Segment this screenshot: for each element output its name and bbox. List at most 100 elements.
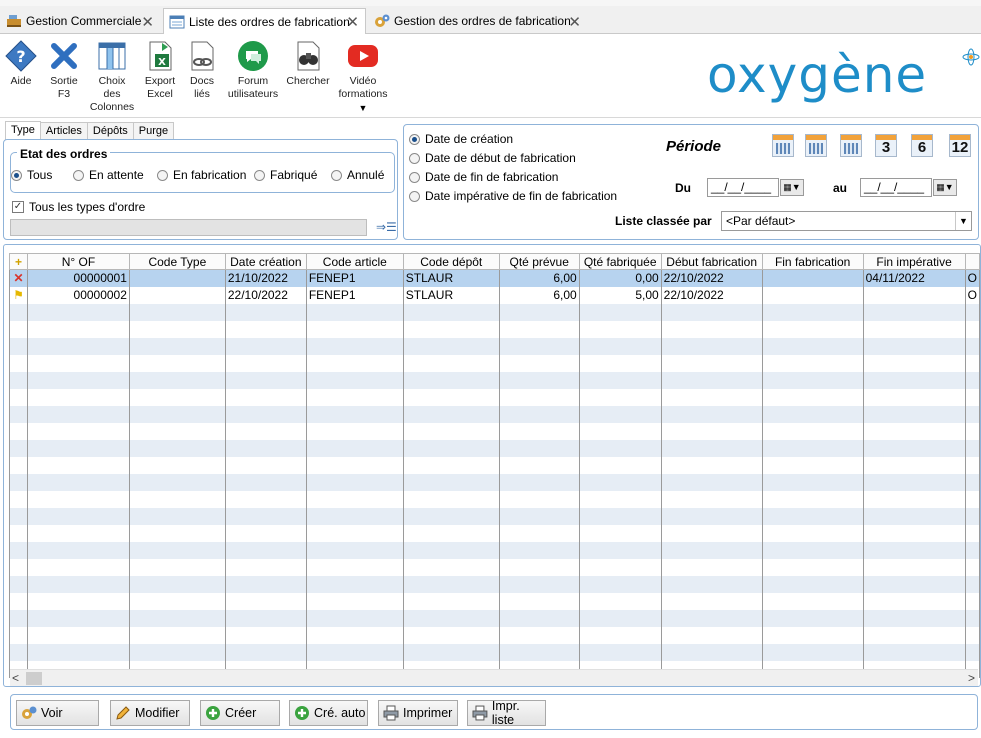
- tab-type[interactable]: Type: [5, 121, 41, 140]
- empty-cell: [224, 405, 307, 423]
- empty-cell: [224, 303, 307, 321]
- column-header[interactable]: Date création: [224, 253, 307, 270]
- empty-cell: [26, 388, 130, 406]
- close-icon[interactable]: ✕: [568, 13, 581, 31]
- empty-cell: [862, 541, 966, 559]
- column-header[interactable]: Code Type: [128, 253, 226, 270]
- radio-en-fabrication[interactable]: En fabrication: [157, 168, 246, 182]
- period-3-months-button[interactable]: 3: [875, 134, 897, 157]
- choix-colonnes-button[interactable]: Choix des Colonnes: [89, 40, 135, 114]
- tous-types-checkbox[interactable]: ✓ Tous les types d'ordre: [12, 200, 145, 214]
- table-row[interactable]: ⚑ 00000002 22/10/2022 FENEP1 STLAUR 6,00…: [9, 286, 980, 304]
- radio-dot: [11, 169, 22, 181]
- tab-gestion-ordres[interactable]: Gestion des ordres de fabrication ✕: [368, 8, 588, 34]
- period-month-button[interactable]: [840, 134, 862, 157]
- period-6-months-button[interactable]: 6: [911, 134, 933, 157]
- empty-cell: [862, 422, 966, 440]
- tab-liste-ordres[interactable]: Liste des ordres de fabrication ✕: [163, 8, 366, 35]
- empty-cell: [964, 303, 980, 321]
- close-icon[interactable]: ✕: [346, 13, 359, 31]
- column-header[interactable]: [964, 253, 980, 270]
- empty-cell: [305, 388, 404, 406]
- empty-cell: [224, 320, 307, 338]
- tab-depots[interactable]: Dépôts: [86, 122, 134, 139]
- empty-cell: [402, 456, 500, 474]
- chercher-button[interactable]: Chercher: [284, 40, 332, 88]
- voir-button[interactable]: Voir: [16, 700, 99, 726]
- empty-row: [9, 609, 980, 627]
- export-excel-button[interactable]: X Export Excel: [141, 40, 179, 101]
- empty-cell: [761, 541, 864, 559]
- aide-button[interactable]: ? Aide: [4, 40, 38, 88]
- radio-date-debut[interactable]: Date de début de fabrication: [409, 151, 576, 165]
- column-header[interactable]: N° OF: [26, 253, 130, 270]
- empty-cell: [26, 439, 130, 457]
- date-au-input[interactable]: __/__/____: [860, 178, 932, 197]
- radio-annule[interactable]: Annulé: [331, 168, 384, 182]
- column-header[interactable]: Début fabrication: [660, 253, 763, 270]
- table-row[interactable]: ✕ 00000001 21/10/2022 FENEP1 STLAUR 6,00…: [9, 269, 980, 287]
- empty-cell: [660, 609, 763, 627]
- empty-row: [9, 592, 980, 610]
- creation-auto-button[interactable]: Cré. auto: [289, 700, 368, 726]
- imprimer-button[interactable]: Imprimer: [378, 700, 458, 726]
- radio-dot: [409, 190, 420, 202]
- creer-button[interactable]: Créer: [200, 700, 280, 726]
- empty-cell: [498, 473, 580, 491]
- empty-cell: [128, 405, 226, 423]
- empty-cell: [26, 456, 130, 474]
- empty-cell: [305, 558, 404, 576]
- liste-classee-label: Liste classée par: [615, 214, 712, 228]
- empty-cell: [578, 524, 662, 542]
- column-header[interactable]: Code dépôt: [402, 253, 500, 270]
- empty-cell: [660, 337, 763, 355]
- close-icon[interactable]: ✕: [141, 13, 154, 31]
- sort-order-select[interactable]: <Par défaut> ▼: [721, 211, 972, 231]
- radio-en-attente[interactable]: En attente: [73, 168, 144, 182]
- radio-date-creation[interactable]: Date de création: [409, 132, 513, 146]
- calendar-dropdown-icon[interactable]: ▦▼: [933, 179, 957, 196]
- modifier-button[interactable]: Modifier: [110, 700, 190, 726]
- add-column-icon[interactable]: +: [9, 253, 28, 270]
- column-header[interactable]: Qté prévue: [498, 253, 580, 270]
- period-week-button[interactable]: [805, 134, 827, 157]
- empty-cell: [224, 354, 307, 372]
- sortie-button[interactable]: Sortie F3: [44, 40, 84, 101]
- empty-cell: [498, 354, 580, 372]
- calendar-dropdown-icon[interactable]: ▦▼: [780, 179, 804, 196]
- horizontal-scrollbar[interactable]: < >: [10, 669, 978, 686]
- empty-cell: [128, 439, 226, 457]
- radio-date-fin[interactable]: Date de fin de fabrication: [409, 170, 558, 184]
- scroll-left-icon[interactable]: <: [12, 670, 19, 686]
- period-day-button[interactable]: [772, 134, 794, 157]
- empty-cell: [26, 490, 130, 508]
- column-header[interactable]: Fin impérative: [862, 253, 966, 270]
- empty-cell: [862, 507, 966, 525]
- docs-lies-button[interactable]: Docs liés: [185, 40, 219, 101]
- scroll-right-icon[interactable]: >: [968, 670, 975, 686]
- imprimer-liste-button[interactable]: Impr. liste: [467, 699, 546, 727]
- select-types-icon[interactable]: ⇒☰: [376, 220, 397, 234]
- radio-tous[interactable]: Tous: [11, 168, 52, 182]
- tab-purge[interactable]: Purge: [132, 122, 175, 139]
- date-du-input[interactable]: __/__/____: [707, 178, 779, 197]
- empty-cell: [26, 592, 130, 610]
- chevron-down-icon[interactable]: ▼: [955, 212, 971, 230]
- atom-icon: [962, 48, 980, 66]
- empty-cell: [761, 456, 864, 474]
- column-header[interactable]: Fin fabrication: [761, 253, 864, 270]
- tab-articles[interactable]: Articles: [39, 122, 88, 139]
- video-formations-button[interactable]: Vidéo formations ▼: [336, 40, 390, 115]
- scroll-thumb[interactable]: [26, 672, 42, 685]
- empty-cell: [761, 303, 864, 321]
- column-header[interactable]: Qté fabriquée: [578, 253, 662, 270]
- column-header[interactable]: Code article: [305, 253, 404, 270]
- radio-fabrique[interactable]: Fabriqué: [254, 168, 317, 182]
- radio-date-imperative[interactable]: Date impérative de fin de fabrication: [409, 189, 617, 203]
- period-12-months-button[interactable]: 12: [949, 134, 971, 157]
- tab-gestion-commerciale[interactable]: Gestion Commerciale ✕: [0, 8, 161, 34]
- empty-cell: [305, 337, 404, 355]
- forum-utilisateurs-button[interactable]: Forum utilisateurs: [224, 40, 282, 101]
- chevron-down-icon[interactable]: ▼: [336, 102, 390, 115]
- empty-cell: [862, 371, 966, 389]
